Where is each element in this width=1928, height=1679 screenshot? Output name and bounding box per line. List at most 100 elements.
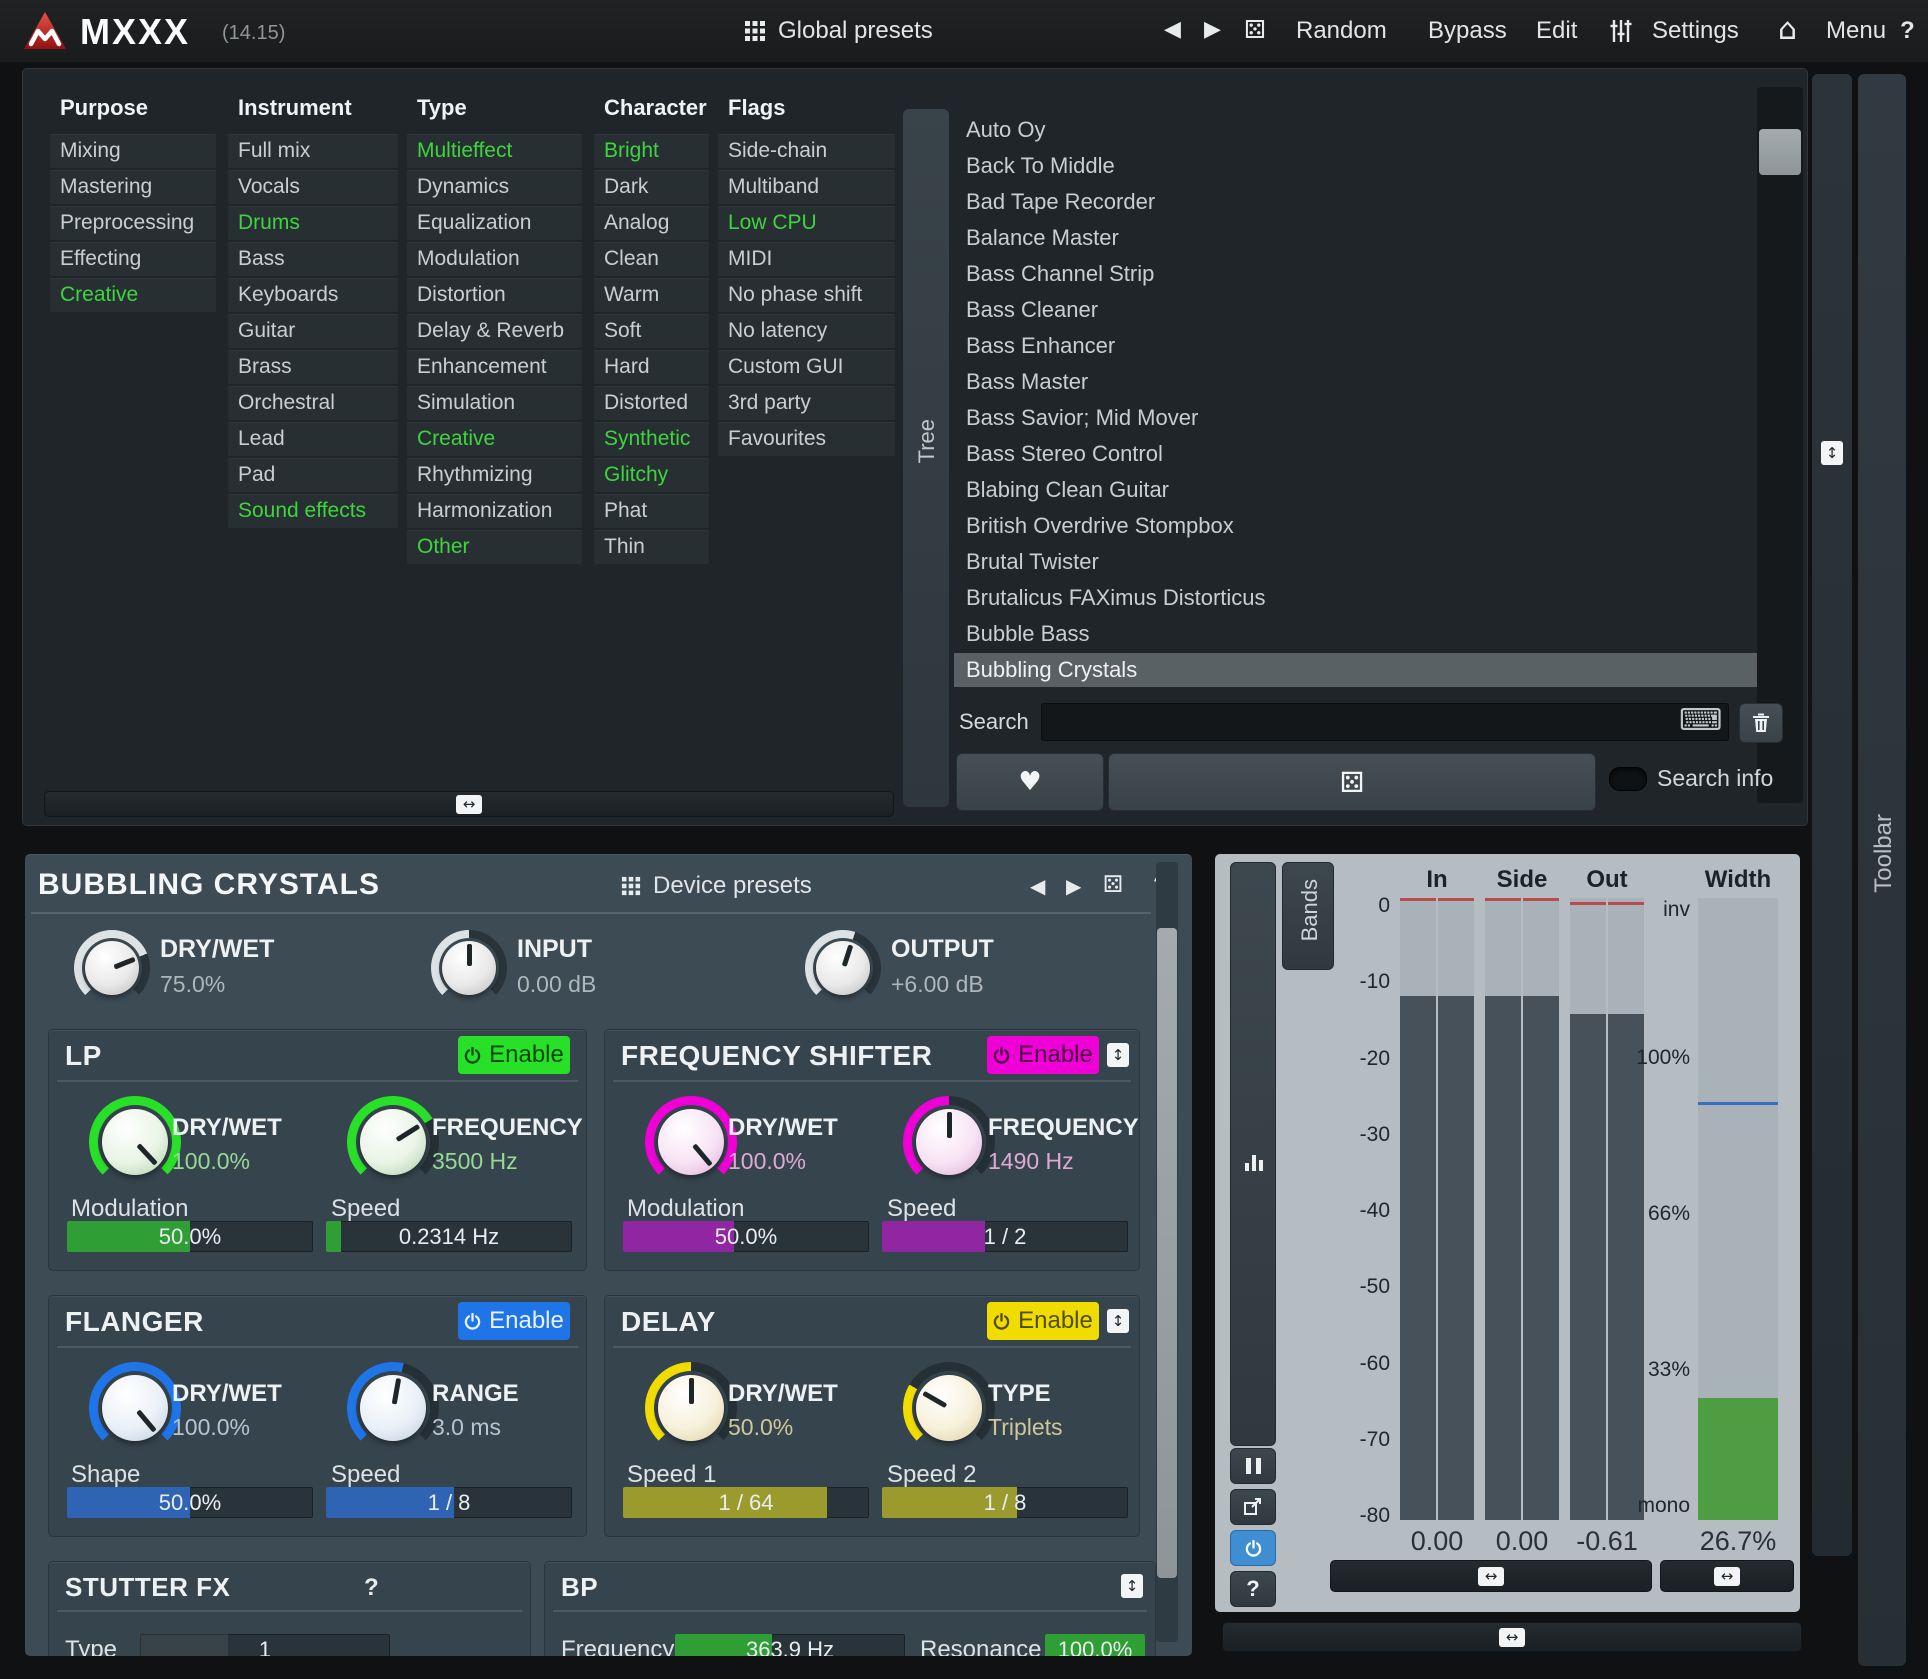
category-item[interactable]: Side-chain: [718, 134, 895, 168]
clear-search-button[interactable]: [1739, 703, 1783, 743]
module-slider-speed-2[interactable]: 1 / 8: [882, 1487, 1128, 1518]
meter-resize-handle-right[interactable]: ↔: [1660, 1560, 1794, 1592]
category-item[interactable]: Vocals: [228, 170, 398, 204]
module-expand-icon[interactable]: ↕: [1121, 1574, 1143, 1598]
tree-tab[interactable]: Tree: [903, 109, 949, 807]
category-item[interactable]: Distorted: [594, 386, 709, 420]
settings-button[interactable]: Settings: [1652, 17, 1739, 45]
preset-item[interactable]: Bubble Bass: [954, 617, 1757, 651]
preset-list-scroll-thumb[interactable]: [1759, 129, 1801, 175]
category-item[interactable]: Mixing: [50, 134, 216, 168]
category-item[interactable]: Brass: [228, 350, 398, 384]
category-item[interactable]: Distortion: [407, 278, 582, 312]
category-item[interactable]: Clean: [594, 242, 709, 276]
next-preset-icon[interactable]: ▶: [1204, 17, 1221, 42]
browser-resize-handle[interactable]: ↔: [44, 791, 894, 817]
module-slider-speed-1[interactable]: 1 / 64: [623, 1487, 869, 1518]
module-slider-speed[interactable]: 0.2314 Hz: [326, 1221, 572, 1252]
category-item[interactable]: Effecting: [50, 242, 216, 276]
module-knob-frequency[interactable]: [347, 1096, 439, 1188]
analyzer-tab[interactable]: [1230, 862, 1276, 1446]
preset-item[interactable]: Bass Stereo Control: [954, 437, 1757, 471]
category-item[interactable]: Preprocessing: [50, 206, 216, 240]
category-item[interactable]: Other: [407, 530, 582, 564]
toolbar-tab[interactable]: Toolbar: [1858, 74, 1906, 1666]
module-expand-icon[interactable]: ↕: [1107, 1309, 1129, 1333]
category-item[interactable]: Analog: [594, 206, 709, 240]
category-item[interactable]: Guitar: [228, 314, 398, 348]
pause-button[interactable]: [1230, 1448, 1276, 1484]
category-item[interactable]: Pad: [228, 458, 398, 492]
category-item[interactable]: Enhancement: [407, 350, 582, 384]
module-slider-frequency[interactable]: 363.9 Hz: [675, 1634, 905, 1656]
module-slider-shape[interactable]: 50.0%: [67, 1487, 313, 1518]
category-item[interactable]: Hard: [594, 350, 709, 384]
category-item[interactable]: Creative: [407, 422, 582, 456]
preset-item[interactable]: Bad Tape Recorder: [954, 185, 1757, 219]
category-item[interactable]: Orchestral: [228, 386, 398, 420]
preset-item[interactable]: Balance Master: [954, 221, 1757, 255]
module-slider-resonance[interactable]: 100.0%: [1045, 1634, 1145, 1656]
device-dice-icon[interactable]: ⚄: [1103, 872, 1123, 898]
bands-tab[interactable]: Bands: [1282, 862, 1334, 970]
preset-item[interactable]: British Overdrive Stompbox: [954, 509, 1757, 543]
category-item[interactable]: Synthetic: [594, 422, 709, 456]
module-knob-type[interactable]: [903, 1362, 995, 1454]
edit-button[interactable]: Edit: [1536, 17, 1577, 45]
category-item[interactable]: Phat: [594, 494, 709, 528]
preset-item[interactable]: Bass Master: [954, 365, 1757, 399]
category-item[interactable]: Lead: [228, 422, 398, 456]
bypass-button[interactable]: Bypass: [1428, 17, 1507, 45]
preset-item[interactable]: Brutal Twister: [954, 545, 1757, 579]
meter-power-button[interactable]: [1230, 1530, 1276, 1566]
category-item[interactable]: Mastering: [50, 170, 216, 204]
category-item[interactable]: Dynamics: [407, 170, 582, 204]
main-knob-output[interactable]: [805, 930, 881, 1006]
preset-item[interactable]: Bass Cleaner: [954, 293, 1757, 327]
search-info-toggle[interactable]: [1609, 767, 1647, 791]
preset-item[interactable]: Bass Savior; Mid Mover: [954, 401, 1757, 435]
module-knob-dry-wet[interactable]: [645, 1362, 737, 1454]
module-slider-type[interactable]: 1: [140, 1634, 390, 1656]
device-prev-icon[interactable]: ◀: [1030, 874, 1045, 898]
enable-button[interactable]: Enable: [987, 1302, 1099, 1340]
category-item[interactable]: Delay & Reverb: [407, 314, 582, 348]
module-slider-speed[interactable]: 1 / 8: [326, 1487, 572, 1518]
search-input[interactable]: [1041, 703, 1729, 741]
device-scrollbar[interactable]: [1156, 862, 1178, 1642]
category-item[interactable]: Favourites: [718, 422, 895, 456]
category-item[interactable]: Harmonization: [407, 494, 582, 528]
category-item[interactable]: Drums: [228, 206, 398, 240]
category-item[interactable]: 3rd party: [718, 386, 895, 420]
category-item[interactable]: Warm: [594, 278, 709, 312]
module-knob-dry-wet[interactable]: [645, 1096, 737, 1188]
main-knob-dry-wet[interactable]: [74, 930, 150, 1006]
category-item[interactable]: No latency: [718, 314, 895, 348]
module-slider-speed[interactable]: 1 / 2: [882, 1221, 1128, 1252]
category-item[interactable]: Full mix: [228, 134, 398, 168]
global-presets-button[interactable]: Global presets: [778, 17, 933, 45]
favourite-button[interactable]: ♥: [956, 753, 1104, 811]
preset-list-scrollbar[interactable]: [1757, 87, 1803, 803]
category-item[interactable]: Bright: [594, 134, 709, 168]
category-item[interactable]: Sound effects: [228, 494, 398, 528]
help-button[interactable]: ?: [1900, 17, 1915, 45]
module-help-button[interactable]: ?: [364, 1574, 379, 1602]
preset-item[interactable]: Auto Oy: [954, 113, 1757, 147]
category-item[interactable]: Rhythmizing: [407, 458, 582, 492]
category-item[interactable]: Low CPU: [718, 206, 895, 240]
device-scroll-thumb[interactable]: [1157, 928, 1177, 1578]
category-item[interactable]: Modulation: [407, 242, 582, 276]
category-item[interactable]: Soft: [594, 314, 709, 348]
module-knob-range[interactable]: [347, 1362, 439, 1454]
device-next-icon[interactable]: ▶: [1066, 874, 1081, 898]
device-presets-button[interactable]: Device presets: [653, 872, 812, 900]
random-button[interactable]: Random: [1296, 17, 1387, 45]
enable-button[interactable]: Enable: [458, 1302, 570, 1340]
category-item[interactable]: Custom GUI: [718, 350, 895, 384]
module-slider-modulation[interactable]: 50.0%: [623, 1221, 869, 1252]
category-item[interactable]: Multieffect: [407, 134, 582, 168]
preset-item[interactable]: Blabing Clean Guitar: [954, 473, 1757, 507]
preset-item[interactable]: Bass Enhancer: [954, 329, 1757, 363]
category-item[interactable]: Multiband: [718, 170, 895, 204]
